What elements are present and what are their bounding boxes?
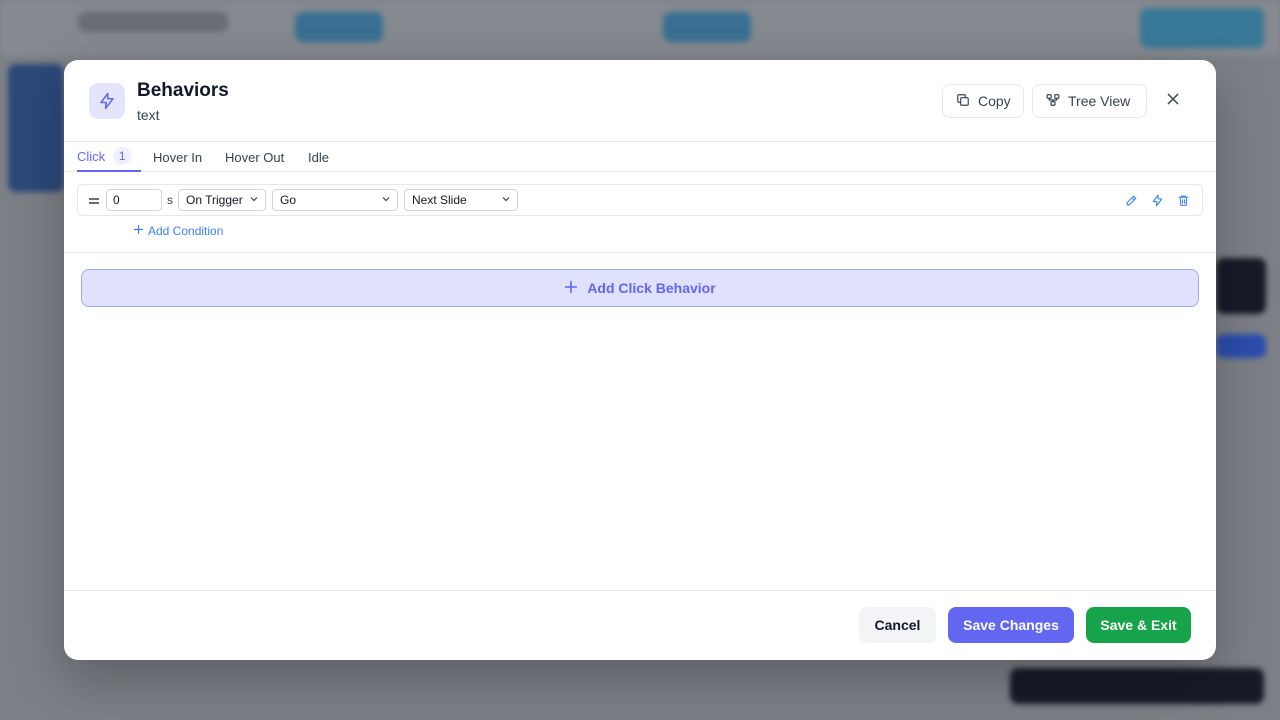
plus-icon — [133, 224, 144, 238]
add-click-behavior-button[interactable]: Add Click Behavior — [81, 269, 1199, 307]
behaviors-dialog: Behaviors text Copy Tree View Click 1 Ho… — [64, 60, 1216, 660]
tab-label: Hover In — [153, 149, 203, 165]
tab-click[interactable]: Click 1 — [77, 142, 141, 172]
copy-button[interactable]: Copy — [942, 84, 1024, 118]
dialog-subtitle: text — [137, 107, 160, 123]
tab-label: Click — [77, 148, 106, 164]
close-button[interactable] — [1161, 89, 1185, 113]
action-select[interactable]: Go — [272, 189, 398, 211]
delay-input[interactable] — [106, 189, 162, 211]
add-behavior-label: Add Click Behavior — [587, 280, 716, 296]
dialog-header: Behaviors text Copy Tree View — [64, 60, 1216, 142]
drag-handle-icon[interactable] — [88, 194, 100, 206]
tab-hover-out[interactable]: Hover Out — [225, 142, 284, 172]
lightning-icon — [89, 83, 125, 119]
save-and-exit-button[interactable]: Save & Exit — [1086, 607, 1191, 643]
dialog-footer: Cancel Save Changes Save & Exit — [64, 590, 1216, 660]
trigger-select[interactable]: On Trigger — [178, 189, 266, 211]
tab-label: Hover Out — [225, 149, 285, 165]
dialog-title: Behaviors — [137, 80, 229, 101]
copy-icon — [956, 93, 970, 110]
add-condition-label: Add Condition — [148, 224, 224, 238]
trigger-value: On Trigger — [186, 193, 243, 207]
close-icon — [1165, 91, 1181, 112]
plus-icon — [564, 280, 578, 297]
chevron-down-icon — [501, 193, 511, 207]
target-select[interactable]: Next Slide — [404, 189, 518, 211]
tab-count-badge: 1 — [113, 147, 132, 165]
lightning-icon[interactable] — [1150, 193, 1164, 207]
copy-label: Copy — [978, 93, 1011, 109]
tree-view-button[interactable]: Tree View — [1032, 84, 1147, 118]
tree-icon — [1046, 93, 1060, 110]
target-value: Next Slide — [412, 193, 467, 207]
delay-unit-label: s — [167, 193, 173, 207]
behavior-tabs: Click 1 Hover In Hover Out Idle — [64, 142, 1216, 172]
behavior-row: s On Trigger Go Next Slide — [77, 184, 1203, 216]
add-condition-link[interactable]: Add Condition — [133, 224, 223, 238]
behavior-list: s On Trigger Go Next Slide — [64, 172, 1216, 253]
tree-view-label: Tree View — [1068, 93, 1131, 109]
cancel-button[interactable]: Cancel — [859, 607, 936, 643]
action-value: Go — [280, 193, 297, 207]
save-changes-button[interactable]: Save Changes — [948, 607, 1074, 643]
edit-icon[interactable] — [1124, 193, 1138, 207]
tab-idle[interactable]: Idle — [308, 142, 329, 172]
tab-hover-in[interactable]: Hover In — [153, 142, 202, 172]
trash-icon[interactable] — [1176, 193, 1190, 207]
tab-label: Idle — [308, 149, 329, 165]
chevron-down-icon — [381, 193, 391, 207]
chevron-down-icon — [249, 193, 259, 207]
